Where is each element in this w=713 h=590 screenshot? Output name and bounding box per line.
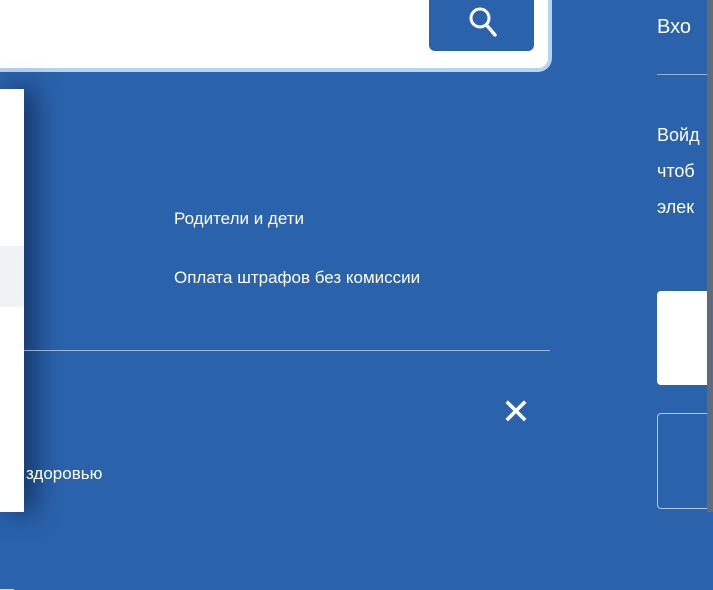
login-text-line: Войд [657,125,700,145]
catalog-panel-row[interactable] [0,246,24,307]
login-divider [657,74,713,75]
login-text-line: чтоб [657,161,695,181]
window-edge [707,0,713,512]
menu-divider [24,350,550,351]
search-box[interactable] [0,0,548,68]
menu-link-parents-children[interactable]: Родители и дети [174,209,304,229]
close-icon[interactable]: ✕ [497,393,535,431]
login-text-line: элек [657,197,695,217]
menu-link-health[interactable]: здоровью [26,464,102,484]
search-icon [469,7,497,37]
login-secondary-button[interactable] [657,413,708,509]
menu-link-fines-payment[interactable]: Оплата штрафов без комиссии [174,268,420,288]
login-title: Вхо [657,16,692,38]
catalog-panel [0,89,24,590]
login-primary-button[interactable] [657,291,713,385]
search-button[interactable] [429,0,534,51]
